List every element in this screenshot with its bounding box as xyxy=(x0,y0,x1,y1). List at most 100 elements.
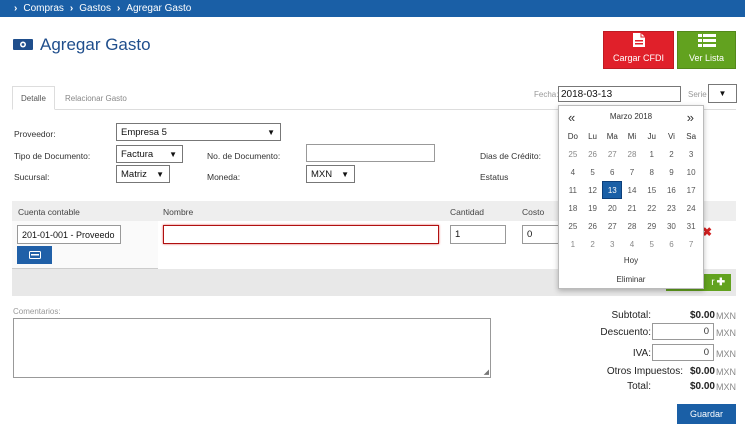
calendar-day[interactable]: 26 xyxy=(583,217,603,235)
moneda-value: MXN xyxy=(311,168,333,180)
calendar-day[interactable]: 7 xyxy=(622,163,642,181)
calendar-day[interactable]: 2 xyxy=(583,235,603,253)
tab-relacionar-gasto[interactable]: Relacionar Gasto xyxy=(57,86,135,110)
nombre-input[interactable] xyxy=(163,225,439,244)
calendar-day[interactable]: 22 xyxy=(642,199,662,217)
calendar-day[interactable]: 7 xyxy=(681,235,701,253)
sucursal-value: Matriz xyxy=(121,168,147,180)
sucursal-select[interactable]: Matriz ▼ xyxy=(116,165,170,183)
clear-date-button[interactable]: Eliminar xyxy=(559,275,703,284)
caret-down-icon: ▼ xyxy=(267,127,275,137)
calendar-day[interactable]: 21 xyxy=(622,199,642,217)
calendar-day[interactable]: 16 xyxy=(662,181,682,199)
calendar-day[interactable]: 12 xyxy=(583,181,603,199)
iva-label: IVA: xyxy=(632,348,651,359)
calendar-day[interactable]: 29 xyxy=(642,217,662,235)
cuenta-lookup-button[interactable] xyxy=(17,246,52,264)
calendar-day[interactable]: 4 xyxy=(622,235,642,253)
iva-currency: MXN xyxy=(716,349,736,359)
resize-handle-icon[interactable]: ◢ xyxy=(484,368,489,376)
cantidad-input[interactable]: 1 xyxy=(450,225,506,244)
calendar-day[interactable]: 1 xyxy=(642,145,662,163)
calendar-day[interactable]: 28 xyxy=(622,145,642,163)
calendar-day[interactable]: 2 xyxy=(662,145,682,163)
calendar-day[interactable]: 9 xyxy=(662,163,682,181)
calendar-day-selected[interactable]: 13 xyxy=(602,181,623,199)
page-title: Agregar Gasto xyxy=(40,35,151,54)
ver-lista-button[interactable]: Ver Lista xyxy=(677,31,736,69)
calendar-day[interactable]: 30 xyxy=(662,217,682,235)
serie-select[interactable]: ▼ xyxy=(708,84,737,103)
costo-input[interactable]: 0 xyxy=(522,225,562,244)
header-cantidad: Cantidad xyxy=(450,207,485,217)
otros-impuestos-currency: MXN xyxy=(716,367,736,377)
descuento-input[interactable]: 0 xyxy=(652,323,714,340)
calendar-day[interactable]: 8 xyxy=(642,163,662,181)
calendar-day[interactable]: 25 xyxy=(563,145,583,163)
calendar-day[interactable]: 26 xyxy=(583,145,603,163)
iva-input[interactable]: 0 xyxy=(652,344,714,361)
cargar-cfdi-button[interactable]: Cargar CFDI xyxy=(603,31,674,69)
calendar-day[interactable]: 27 xyxy=(602,145,622,163)
calendar-day[interactable]: 6 xyxy=(662,235,682,253)
calendar-day[interactable]: 25 xyxy=(563,217,583,235)
weekday-header: Lu xyxy=(588,131,598,141)
calendar-day[interactable]: 31 xyxy=(681,217,701,235)
sucursal-label: Sucursal: xyxy=(14,172,50,182)
no-documento-label: No. de Documento: xyxy=(207,151,281,161)
calendar-day[interactable]: 28 xyxy=(622,217,642,235)
otros-impuestos-value: $0.00 xyxy=(689,366,715,377)
proveedor-label: Proveedor: xyxy=(14,129,56,139)
calendar-grid: Do Lu Ma Mi Ju Vi Sa 25 26 27 28 1 2 3 4 5 6 7 8 9 10 11 12 13 1… xyxy=(563,127,701,253)
calendar-day[interactable]: 6 xyxy=(602,163,622,181)
tab-detalle[interactable]: Detalle xyxy=(12,86,55,110)
card-icon xyxy=(28,251,41,259)
weekday-header: Ju xyxy=(647,131,656,141)
calendar-day[interactable]: 4 xyxy=(563,163,583,181)
fecha-input[interactable]: 2018-03-13 xyxy=(558,86,681,102)
tipo-documento-select[interactable]: Factura ▼ xyxy=(116,145,183,163)
total-currency: MXN xyxy=(716,382,736,392)
calendar-day[interactable]: 14 xyxy=(622,181,642,199)
proveedor-select[interactable]: Empresa 5 ▼ xyxy=(116,123,281,141)
chevron-right-icon: › xyxy=(14,3,18,14)
breadcrumb-compras[interactable]: Compras xyxy=(23,3,64,14)
calendar-day[interactable]: 10 xyxy=(681,163,701,181)
calendar-day[interactable]: 23 xyxy=(662,199,682,217)
caret-down-icon: ▼ xyxy=(156,169,164,179)
cuenta-contable-input[interactable]: 201-01-001 - Proveedo xyxy=(17,225,121,244)
comentarios-textarea[interactable]: ◢ xyxy=(13,318,491,378)
list-icon xyxy=(697,34,716,50)
calendar-month-title[interactable]: Marzo 2018 xyxy=(559,112,703,121)
calendar-day[interactable]: 19 xyxy=(583,199,603,217)
caret-down-icon: ▼ xyxy=(718,89,727,98)
header-costo: Costo xyxy=(522,207,545,217)
guardar-button[interactable]: Guardar xyxy=(677,404,736,424)
total-value: $0.00 xyxy=(689,381,715,392)
calendar-day[interactable]: 5 xyxy=(642,235,662,253)
calendar-day[interactable]: 15 xyxy=(642,181,662,199)
weekday-header: Mi xyxy=(627,131,637,141)
tipo-documento-label: Tipo de Documento: xyxy=(14,151,91,161)
breadcrumb-gastos[interactable]: Gastos xyxy=(79,3,111,14)
add-row-label: r xyxy=(711,277,715,288)
no-documento-input[interactable] xyxy=(306,144,435,162)
today-button[interactable]: Hoy xyxy=(559,256,703,265)
calendar-day[interactable]: 27 xyxy=(602,217,622,235)
next-month-button[interactable]: » xyxy=(687,110,694,125)
calendar-day[interactable]: 3 xyxy=(602,235,622,253)
calendar-day[interactable]: 20 xyxy=(602,199,622,217)
calendar-day[interactable]: 3 xyxy=(681,145,701,163)
calendar-day[interactable]: 17 xyxy=(681,181,701,199)
comentarios-label: Comentarios: xyxy=(13,307,61,316)
moneda-select[interactable]: MXN ▼ xyxy=(306,165,355,183)
subtotal-label: Subtotal: xyxy=(611,310,651,321)
calendar-day[interactable]: 18 xyxy=(563,199,583,217)
calendar-day[interactable]: 24 xyxy=(681,199,701,217)
serie-label: Serie xyxy=(688,90,707,99)
moneda-label: Moneda: xyxy=(207,172,241,182)
calendar-day[interactable]: 11 xyxy=(563,181,583,199)
calendar-day[interactable]: 5 xyxy=(583,163,603,181)
fecha-label: Fecha: xyxy=(534,90,559,99)
calendar-day[interactable]: 1 xyxy=(563,235,583,253)
